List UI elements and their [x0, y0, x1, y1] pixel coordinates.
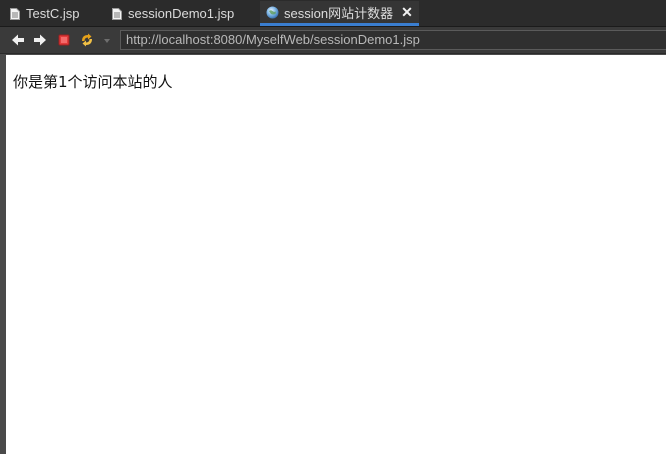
tab-session-counter[interactable]: session网站计数器 ✕ [260, 1, 419, 26]
history-dropdown-icon[interactable] [104, 39, 110, 43]
tab-sessiondemo1-jsp[interactable]: sessionDemo1.jsp [112, 2, 234, 25]
tab-testc-jsp[interactable]: TestC.jsp [10, 2, 79, 25]
stop-icon[interactable] [57, 33, 71, 47]
tab-label: sessionDemo1.jsp [128, 6, 235, 21]
tab-bar: TestC.jsp sessionDemo1.jsp session网站计数器 … [0, 0, 666, 27]
jsp-file-icon [10, 7, 20, 20]
visitor-count-message: 你是第1个访问本站的人 [13, 73, 173, 91]
arrow-left-icon[interactable] [11, 33, 25, 47]
refresh-icon[interactable] [80, 33, 94, 47]
tab-label: TestC.jsp [26, 6, 80, 21]
browser-toolbar: http://localhost:8080/MyselfWeb/sessionD… [0, 27, 666, 54]
tab-label: session网站计数器 [284, 5, 394, 21]
jsp-file-icon [112, 7, 122, 20]
close-tab-icon[interactable]: ✕ [401, 4, 413, 21]
globe-icon [266, 6, 279, 18]
page-viewport: 你是第1个访问本站的人 [6, 55, 666, 454]
address-bar-input[interactable]: http://localhost:8080/MyselfWeb/sessionD… [120, 30, 666, 50]
arrow-right-icon[interactable] [33, 33, 47, 47]
